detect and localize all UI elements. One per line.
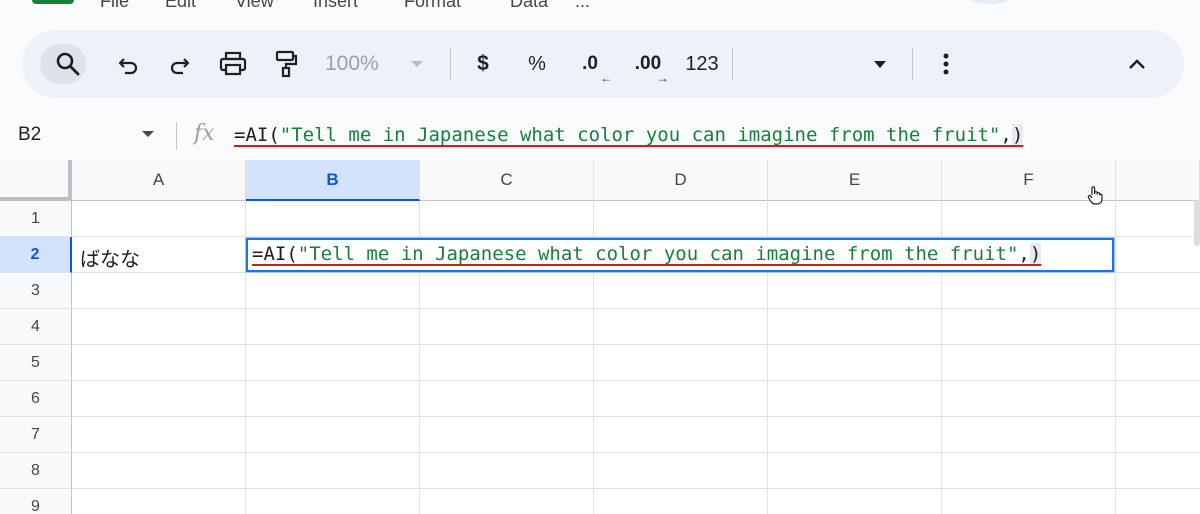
column-header-e[interactable]: E <box>768 160 942 201</box>
row-header-5[interactable]: 5 <box>0 345 72 381</box>
number-format-label: 123 <box>685 52 719 75</box>
menu-view[interactable]: View <box>235 0 274 12</box>
chevron-down-icon <box>874 60 886 68</box>
vertical-scrollbar[interactable] <box>1194 200 1200 246</box>
menu-edit[interactable]: Edit <box>165 0 196 12</box>
row-header-7[interactable]: 7 <box>0 417 72 453</box>
toolbar: 100% $ % .0 ← .00 → 123 <box>22 30 1184 98</box>
chevron-up-icon <box>1129 59 1145 69</box>
formula-input[interactable]: =AI("Tell me in Japanese what color you … <box>234 124 1024 146</box>
gridline <box>72 308 1200 309</box>
hand-cursor-icon <box>1087 186 1103 205</box>
column-header-c[interactable]: C <box>420 160 594 201</box>
percent-format-button[interactable]: % <box>522 30 552 98</box>
row-header-2[interactable]: 2 <box>0 237 72 273</box>
gridline <box>72 488 1200 489</box>
column-header-g[interactable] <box>1116 160 1200 201</box>
cell-b2-editor[interactable]: =AI("Tell me in Japanese what color you … <box>246 238 1114 272</box>
column-header-d[interactable]: D <box>594 160 768 201</box>
fx-icon: fx <box>194 121 215 146</box>
row-header-3[interactable]: 3 <box>0 273 72 309</box>
row-header-9[interactable]: 9 <box>0 489 72 514</box>
undo-button[interactable] <box>108 30 148 98</box>
menu-format[interactable]: Format <box>404 0 461 12</box>
chevron-down-icon <box>410 61 423 67</box>
undo-icon <box>118 58 138 75</box>
row-header-1[interactable]: 1 <box>0 201 72 237</box>
editor-comma: , <box>1018 243 1030 265</box>
menu-more[interactable]: ... <box>575 0 590 12</box>
chevron-down-icon[interactable] <box>142 131 154 137</box>
font-select-dropdown[interactable] <box>868 30 892 98</box>
decrease-decimal-icon: .0 ← <box>582 53 613 85</box>
toolbar-divider <box>732 48 733 80</box>
gridline <box>72 344 1200 345</box>
editor-close: ) <box>1029 243 1042 265</box>
editor-string: "Tell me in Japanese what color you can … <box>297 243 1019 265</box>
row-header-4[interactable]: 4 <box>0 309 72 345</box>
redo-button[interactable] <box>160 30 200 98</box>
zoom-value: 100% <box>325 52 379 75</box>
formula-prefix: =AI( <box>234 124 280 146</box>
paint-format-icon <box>275 50 298 78</box>
increase-decimal-button[interactable]: .00 → <box>626 30 670 98</box>
gridline <box>72 236 1200 237</box>
redo-icon <box>170 58 190 75</box>
gridline <box>72 452 1200 453</box>
currency-label: $ <box>477 52 489 75</box>
row-header-8[interactable]: 8 <box>0 453 72 489</box>
avatar[interactable] <box>960 0 1020 4</box>
name-box[interactable]: B2 <box>18 124 41 146</box>
gridline <box>72 380 1200 381</box>
print-button[interactable] <box>212 30 254 98</box>
spreadsheet-grid[interactable]: A B C D E F 1 2 3 4 5 6 7 8 9 ばなな =AI("T… <box>0 160 1200 514</box>
gridline <box>1115 201 1116 514</box>
formula-string: "Tell me in Japanese what color you can … <box>279 124 1001 146</box>
toolbar-divider <box>912 48 913 80</box>
formula-bar-divider <box>176 122 177 150</box>
formula-comma: , <box>1000 124 1012 146</box>
search-icon <box>56 52 80 76</box>
menu-insert[interactable]: Insert <box>313 0 358 12</box>
more-options-button[interactable] <box>936 30 956 98</box>
zoom-select[interactable]: 100% <box>325 30 425 98</box>
paint-format-button[interactable] <box>266 30 306 98</box>
gridline <box>72 416 1200 417</box>
row-header-6[interactable]: 6 <box>0 381 72 417</box>
gridline <box>72 272 1200 273</box>
menu-data[interactable]: Data <box>510 0 548 12</box>
percent-label: % <box>528 52 546 75</box>
increase-decimal-icon: .00 → <box>634 53 669 85</box>
menu-bar: File Edit View Insert Format Data ... <box>0 0 1200 22</box>
menu-file[interactable]: File <box>100 0 129 12</box>
toolbar-divider <box>450 48 451 80</box>
column-header-a[interactable]: A <box>72 160 246 201</box>
formula-close: ) <box>1011 124 1024 146</box>
editor-prefix: =AI( <box>252 243 298 265</box>
decrease-decimal-button[interactable]: .0 ← <box>570 30 613 98</box>
select-all-corner[interactable] <box>0 160 72 201</box>
print-icon <box>219 51 247 76</box>
cell-a2[interactable]: ばなな <box>80 243 140 272</box>
number-format-button[interactable]: 123 <box>680 30 724 98</box>
column-header-b[interactable]: B <box>246 160 420 201</box>
collapse-toolbar-button[interactable] <box>1122 30 1152 98</box>
currency-format-button[interactable]: $ <box>468 30 498 98</box>
search-button[interactable] <box>40 30 92 98</box>
more-vert-icon <box>943 53 949 75</box>
sheets-logo[interactable] <box>32 0 74 4</box>
